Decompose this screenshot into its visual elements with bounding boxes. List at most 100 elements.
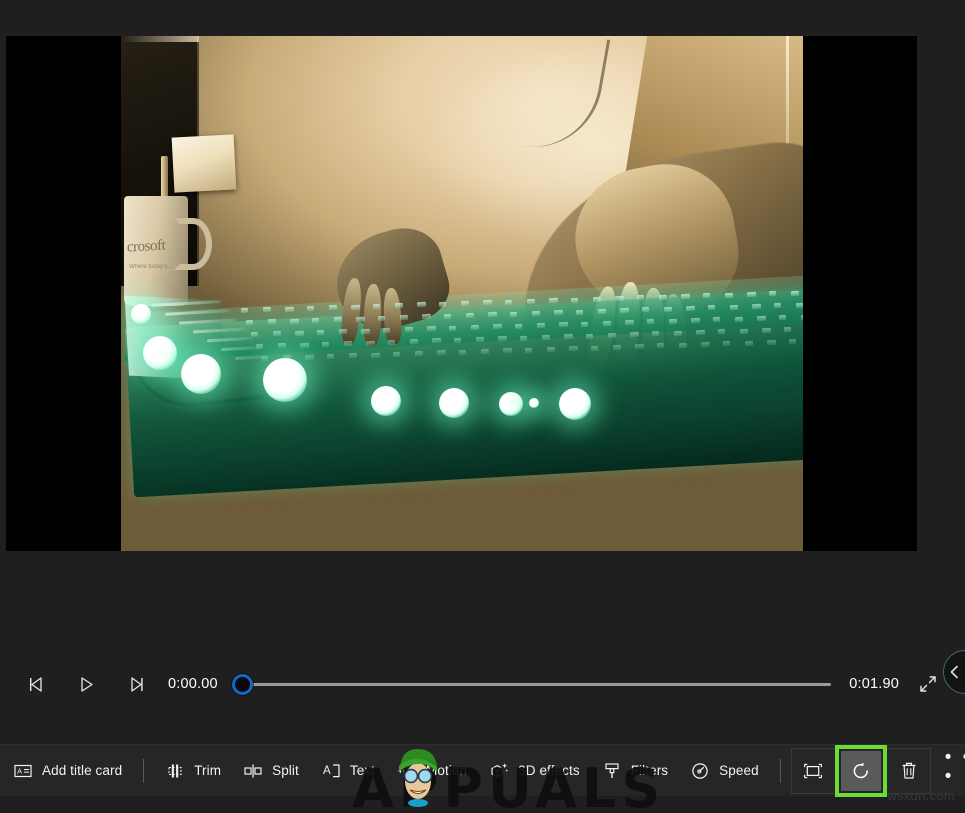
tool-filters[interactable]: Filters — [591, 753, 679, 789]
scene-keycap — [365, 340, 376, 346]
scene-keycap — [409, 338, 419, 345]
next-frame-button[interactable] — [116, 664, 156, 704]
scene-keycap — [563, 333, 574, 340]
tool-speed[interactable]: Speed — [679, 753, 770, 789]
scene-led — [529, 398, 539, 408]
expand-preview-button[interactable] — [909, 665, 947, 703]
rotate-button[interactable] — [840, 750, 881, 791]
toolbar-separator — [143, 758, 145, 783]
crop-button[interactable] — [794, 752, 832, 790]
scene-keycap — [294, 330, 305, 336]
transform-button-group — [790, 744, 931, 797]
scene-keycap — [568, 345, 579, 352]
scene-keycap — [416, 302, 427, 308]
scene-keycap — [624, 319, 635, 326]
tool-label: Text — [349, 763, 376, 778]
scene-keycap — [387, 339, 396, 345]
scene-keycap — [475, 336, 485, 343]
scene-keycap — [289, 318, 300, 324]
scene-keycap — [460, 300, 470, 307]
scene-keycap — [470, 324, 480, 331]
tool-split[interactable]: Split — [232, 753, 310, 789]
scene-keycap — [519, 335, 528, 341]
scene-paper-card — [171, 134, 237, 193]
scene-keycap — [673, 330, 683, 336]
video-frame: crosoft Where today's... — [121, 36, 803, 551]
scene-keycap — [680, 293, 691, 300]
tool-label: 3D effects — [518, 763, 580, 778]
scene-keycap — [480, 348, 490, 355]
tool-add-title-card[interactable]: A Add title card — [2, 753, 133, 789]
scene-keycap — [580, 321, 589, 327]
scene-keycap — [272, 331, 282, 337]
scrubber-track[interactable] — [235, 682, 832, 686]
scene-keycap — [306, 305, 315, 312]
timeline-scrubber[interactable] — [231, 664, 832, 704]
motion-icon — [397, 761, 417, 781]
scene-keycap — [663, 306, 673, 312]
rotate-icon — [853, 762, 868, 778]
scene-keycap — [553, 309, 564, 316]
scene-keycap — [333, 316, 343, 323]
scene-keycap — [448, 325, 457, 331]
video-editor-window: crosoft Where today's... 0:00.00 0:01.90… — [0, 0, 965, 813]
split-icon — [243, 761, 263, 781]
tool-label: Trim — [194, 763, 222, 778]
scene-keycap — [321, 341, 330, 348]
scene-keycap — [524, 347, 533, 353]
scene-mug-text: crosoft — [127, 237, 166, 256]
scene-keycap — [531, 310, 541, 317]
scene-keycap — [526, 298, 536, 305]
scene-keycap — [800, 314, 803, 320]
scene-keycap — [267, 319, 277, 325]
scene-keycap — [739, 328, 749, 334]
brush-icon — [602, 761, 622, 781]
scene-keycap — [382, 327, 391, 333]
title-card-icon: A — [13, 761, 33, 781]
scene-keycap — [338, 328, 348, 335]
scene-keycap — [343, 340, 353, 347]
scene-keycap — [717, 329, 726, 335]
scene-led — [131, 304, 151, 324]
previous-frame-button[interactable] — [16, 664, 56, 704]
scene-keycap — [536, 322, 546, 329]
scene-keycap — [277, 343, 287, 349]
tool-trim[interactable]: Trim — [154, 753, 232, 789]
delete-button[interactable] — [890, 752, 928, 790]
scene-keycap — [768, 290, 777, 297]
scene-keycap — [668, 318, 678, 324]
scene-keycap — [570, 297, 579, 303]
scrubber-handle[interactable] — [231, 673, 253, 695]
tool-motion[interactable]: Motion — [386, 753, 478, 789]
previous-frame-icon — [29, 676, 42, 692]
video-preview[interactable]: crosoft Where today's... — [6, 36, 917, 551]
scene-keycap — [421, 314, 432, 320]
scene-keycap — [316, 329, 325, 336]
scene-keycap — [504, 299, 513, 305]
scene-keycap — [700, 341, 711, 348]
play-button[interactable] — [66, 664, 106, 704]
scene-led — [499, 392, 523, 416]
scene-keycap — [453, 337, 462, 343]
speedometer-icon — [690, 761, 710, 781]
scene-keycap — [458, 349, 467, 355]
scene-keycap — [646, 319, 655, 325]
more-options-button[interactable]: • • • — [945, 748, 965, 790]
scene-keycap — [399, 314, 409, 321]
scene-keycap — [284, 306, 295, 312]
scene-keycap — [678, 342, 688, 348]
scene-keycap — [778, 314, 787, 321]
tool-text[interactable]: A Text — [310, 753, 386, 789]
scene-keycap — [734, 316, 744, 322]
scene-led — [181, 354, 221, 394]
scene-keycap — [707, 305, 716, 311]
scene-keycap — [597, 308, 607, 315]
scene-keycap — [392, 351, 401, 357]
scene-keycap — [348, 352, 358, 359]
next-frame-icon — [130, 676, 143, 692]
play-icon — [80, 676, 93, 692]
tool-3d-effects[interactable]: 3D effects — [478, 753, 591, 789]
scene-keycap — [514, 323, 523, 329]
trash-icon — [902, 762, 916, 779]
chevron-left-icon — [950, 665, 958, 679]
